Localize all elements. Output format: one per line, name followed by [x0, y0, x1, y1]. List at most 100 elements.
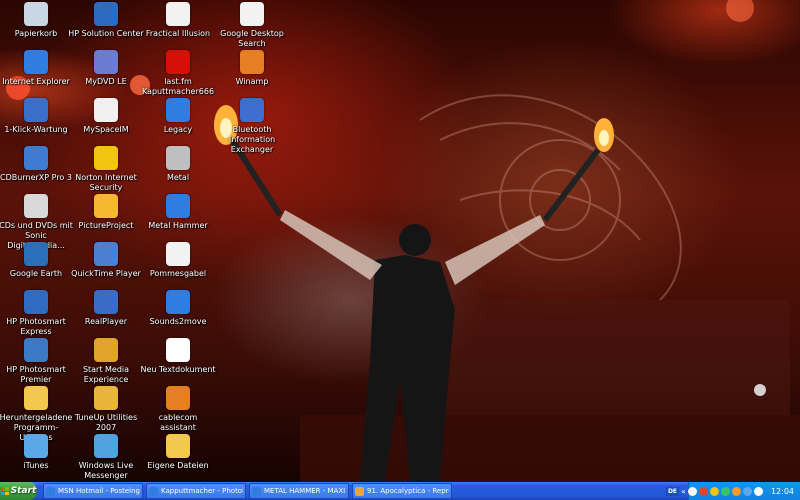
taskbar-button[interactable]: 91. Apocalyptica - Repre...: [352, 483, 452, 499]
desktop-icon-label: Sounds2move: [149, 317, 207, 326]
tray-4-icon[interactable]: [720, 486, 730, 496]
desktop-icon[interactable]: Google Desktop Search: [214, 2, 290, 49]
show-hidden-icons-icon[interactable]: «: [681, 487, 686, 496]
hp-photosmart-icon: [24, 290, 48, 314]
itunes-icon: [24, 434, 48, 458]
desktop-icon[interactable]: PictureProject: [68, 194, 144, 231]
taskbar-button-label: MSN Hotmail - Posteinga...: [58, 487, 140, 495]
winamp-icon: [240, 50, 264, 74]
desktop-icon[interactable]: Windows Live Messenger: [68, 434, 144, 481]
internet-shortcut-icon: [166, 98, 190, 122]
desktop-icon-label: 1-Klick-Wartung: [4, 125, 68, 134]
desktop-icon-label: HP Photosmart Premier: [6, 365, 66, 384]
norton-icon: [94, 146, 118, 170]
desktop-icon-label: Norton Internet Security: [75, 173, 137, 192]
desktop-icon-label: last.fm Kaputtmacher666: [141, 77, 215, 96]
desktop-icon-label: MySpaceIM: [83, 125, 129, 134]
desktop-icon[interactable]: Metal Hammer: [140, 194, 216, 231]
desktop-icon-label: TuneUp Utilities 2007: [74, 413, 138, 432]
desktop-icon-label: Google Desktop Search: [220, 29, 284, 48]
desktop-icon-label: QuickTime Player: [71, 269, 141, 278]
tuneup-icon: [94, 386, 118, 410]
desktop-icon[interactable]: Fractical Illusion: [140, 2, 216, 39]
desktop-icon-label: Google Earth: [9, 269, 63, 278]
desktop-icon-label: Papierkorb: [14, 29, 58, 38]
desktop: Papierkorb Internet Explorer 1-Klick-Wartu…: [0, 0, 800, 482]
desktop-icon[interactable]: MySpaceIM: [68, 98, 144, 135]
cablecom-icon: [166, 386, 190, 410]
maintenance-icon: [24, 98, 48, 122]
desktop-icon[interactable]: Papierkorb: [0, 2, 74, 39]
desktop-icon[interactable]: HP Photosmart Premier: [0, 338, 74, 385]
desktop-icon-label: Winamp: [235, 77, 269, 86]
desktop-icon-label: MyDVD LE: [85, 77, 127, 86]
tray-5-icon[interactable]: [731, 486, 741, 496]
disc-icon: [24, 194, 48, 218]
desktop-icon-label: Eigene Dateien: [147, 461, 209, 470]
desktop-icon[interactable]: Winamp: [214, 50, 290, 87]
metal-icon: [166, 146, 190, 170]
desktop-icon-label: Internet Explorer: [2, 77, 70, 86]
tray-6-icon[interactable]: [742, 486, 752, 496]
desktop-icon[interactable]: Neu Textdokument: [140, 338, 216, 375]
desktop-icon[interactable]: cablecom assistant: [140, 386, 216, 433]
desktop-icon[interactable]: QuickTime Player: [68, 242, 144, 279]
hp-photosmart-premier-icon: [24, 338, 48, 362]
internet-shortcut-icon: [166, 290, 190, 314]
tray-icons: [687, 486, 763, 496]
task-list: MSN Hotmail - Posteinga... Kapputtmacher …: [43, 483, 455, 499]
desktop-icon-label: Start Media Experience: [82, 365, 130, 384]
taskbar-button[interactable]: MSN Hotmail - Posteinga...: [43, 483, 143, 499]
desktop-icon[interactable]: Google Earth: [0, 242, 74, 279]
tray-7-icon[interactable]: [753, 486, 763, 496]
desktop-icon[interactable]: HP Photosmart Express: [0, 290, 74, 337]
clock[interactable]: 12:04: [771, 487, 794, 496]
desktop-icon-label: RealPlayer: [84, 317, 128, 326]
desktop-icon-label: Legacy: [163, 125, 193, 134]
desktop-icon-label: cablecom assistant: [158, 413, 198, 432]
start-button[interactable]: Start: [0, 482, 37, 500]
desktop-icon[interactable]: Metal: [140, 146, 216, 183]
my-documents-icon: [166, 434, 190, 458]
desktop-icon[interactable]: 1-Klick-Wartung: [0, 98, 74, 135]
text-document-icon: [166, 338, 190, 362]
desktop-icon[interactable]: Legacy: [140, 98, 216, 135]
desktop-icon[interactable]: Eigene Dateien: [140, 434, 216, 471]
desktop-icon-label: Metal Hammer: [148, 221, 208, 230]
document-icon: [166, 242, 190, 266]
taskbar-button-label: 91. Apocalyptica - Repre...: [367, 487, 449, 495]
desktop-icon[interactable]: iTunes: [0, 434, 74, 471]
desktop-icon-label: HP Photosmart Express: [6, 317, 66, 336]
desktop-icon-label: Neu Textdokument: [140, 365, 216, 374]
desktop-icon[interactable]: Norton Internet Security: [68, 146, 144, 193]
desktop-icon[interactable]: last.fm Kaputtmacher666: [140, 50, 216, 97]
desktop-icon[interactable]: TuneUp Utilities 2007: [68, 386, 144, 433]
ie-icon: [355, 486, 364, 496]
tray-2-icon[interactable]: [698, 486, 708, 496]
google-desktop-icon: [240, 2, 264, 26]
desktop-icon[interactable]: Start Media Experience: [68, 338, 144, 385]
desktop-icon[interactable]: HP Solution Center: [68, 2, 144, 39]
desktop-icon[interactable]: Pommesgabel: [140, 242, 216, 279]
language-indicator[interactable]: DE: [665, 486, 680, 496]
desktop-icon-label: Bluetooth Information Exchanger: [228, 125, 276, 154]
tray-1-icon[interactable]: [687, 486, 697, 496]
desktop-icon[interactable]: Internet Explorer: [0, 50, 74, 87]
folder-icon: [24, 386, 48, 410]
picture-project-icon: [94, 194, 118, 218]
desktop-icon[interactable]: Sounds2move: [140, 290, 216, 327]
desktop-icon-label: Fractical Illusion: [145, 29, 211, 38]
ie-icon: [252, 486, 261, 496]
ie-icon: [149, 486, 158, 496]
desktop-icon[interactable]: Bluetooth Information Exchanger: [214, 98, 290, 155]
taskbar-button[interactable]: Kapputtmacher - Photob...: [146, 483, 246, 499]
desktop-icon[interactable]: RealPlayer: [68, 290, 144, 327]
media-experience-icon: [94, 338, 118, 362]
myspace-icon: [94, 98, 118, 122]
desktop-icon[interactable]: CDBurnerXP Pro 3: [0, 146, 74, 183]
tray-3-icon[interactable]: [709, 486, 719, 496]
desktop-icon[interactable]: MyDVD LE: [68, 50, 144, 87]
desktop-icon-label: CDBurnerXP Pro 3: [0, 173, 72, 182]
taskbar-button-label: METAL HAMMER - MAXI...: [264, 487, 346, 495]
taskbar-button[interactable]: METAL HAMMER - MAXI...: [249, 483, 349, 499]
